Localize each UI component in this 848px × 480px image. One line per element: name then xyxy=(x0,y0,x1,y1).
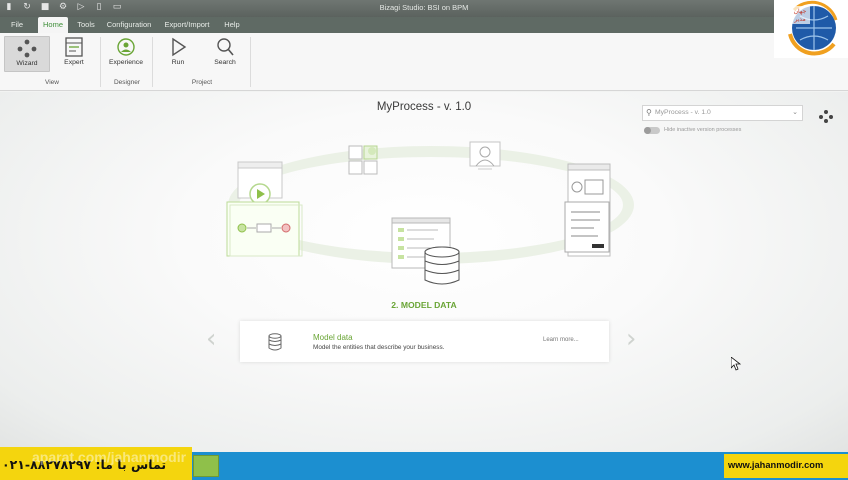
expert-icon xyxy=(65,37,83,57)
learn-more-link[interactable]: Learn more... xyxy=(543,337,579,343)
expert-label: Expert xyxy=(64,59,84,66)
mouse-cursor-icon xyxy=(731,357,741,371)
svg-text:مدیر: مدیر xyxy=(793,16,805,23)
ribbon-tabs: File Home Tools Configuration Export/Imp… xyxy=(0,17,848,33)
search-icon: ⚲ xyxy=(646,108,652,117)
step-model-data-illustration[interactable] xyxy=(390,216,462,288)
previous-step-arrow[interactable]: ‹ xyxy=(206,324,216,354)
wizard-icon xyxy=(17,39,37,58)
search-button[interactable]: Search xyxy=(204,36,246,72)
nodes-icon[interactable] xyxy=(818,109,834,123)
tab-export-import[interactable]: Export/Import xyxy=(160,17,214,33)
database-icon xyxy=(268,333,282,351)
aparat-watermark: aparat.com/jahanmodir xyxy=(32,449,187,465)
chevron-down-icon[interactable]: ⌄ xyxy=(792,106,798,120)
globe-logo-icon: جهان مدیر xyxy=(788,0,838,56)
ribbon-separator xyxy=(250,37,251,87)
svg-text:جهان: جهان xyxy=(794,8,807,15)
search-icon xyxy=(217,38,234,56)
next-step-arrow[interactable]: › xyxy=(626,324,636,354)
group-label-designer: Designer xyxy=(113,79,140,86)
step-description-card: Model data Model the entities that descr… xyxy=(240,321,609,362)
user-screen-icon[interactable] xyxy=(468,140,502,172)
process-search-value: MyProcess - v. 1.0 xyxy=(655,109,711,116)
experience-icon xyxy=(117,38,135,56)
expert-button[interactable]: Expert xyxy=(54,36,94,72)
run-button[interactable]: Run xyxy=(158,36,198,72)
jahanmodir-logo: جهان مدیر xyxy=(774,0,848,58)
window-title: Bizagi Studio: BSI on BPM xyxy=(379,3,469,12)
puzzle-icon[interactable] xyxy=(346,142,384,176)
group-label-view: View xyxy=(45,79,59,86)
step-model-process-illustration[interactable] xyxy=(224,160,304,258)
current-step-label: 2. MODEL DATA xyxy=(391,300,457,310)
website-banner: www.jahanmodir.com xyxy=(724,454,848,478)
title-bar: ▮ ↻ ■ ⚙ ▷ ▯ ▭ Bizagi Studio: BSI on BPM xyxy=(0,0,848,17)
wizard-canvas: MyProcess - v. 1.0 ⚲ MyProcess - v. 1.0 … xyxy=(0,92,848,452)
group-label-project: Project xyxy=(191,79,213,86)
ribbon-separator xyxy=(152,37,153,87)
experience-label: Experience xyxy=(108,59,143,66)
run-label: Run xyxy=(171,59,185,66)
step-forms-illustration[interactable] xyxy=(562,162,614,258)
hide-inactive-label: Hide inactive version processes xyxy=(664,127,742,133)
ribbon-separator xyxy=(100,37,101,87)
website-url[interactable]: www.jahanmodir.com xyxy=(728,460,823,470)
card-description: Model the entities that describe your bu… xyxy=(313,344,445,351)
tab-file[interactable]: File xyxy=(4,17,30,33)
card-title: Model data xyxy=(313,333,353,342)
ribbon: Wizard Expert Experience Run Search View… xyxy=(0,33,848,91)
tab-help[interactable]: Help xyxy=(220,17,244,33)
experience-button[interactable]: Experience xyxy=(104,36,148,72)
play-icon xyxy=(172,37,187,57)
tab-home[interactable]: Home xyxy=(38,17,68,33)
search-label: Search xyxy=(214,59,236,66)
hide-inactive-toggle[interactable] xyxy=(644,127,660,134)
wizard-label: Wizard xyxy=(16,60,38,67)
tab-tools[interactable]: Tools xyxy=(72,17,100,33)
process-search-combobox[interactable]: ⚲ MyProcess - v. 1.0 ⌄ xyxy=(642,105,803,121)
wizard-button[interactable]: Wizard xyxy=(4,36,50,72)
tab-configuration[interactable]: Configuration xyxy=(104,17,154,33)
taskbar-app-button[interactable] xyxy=(193,455,219,477)
